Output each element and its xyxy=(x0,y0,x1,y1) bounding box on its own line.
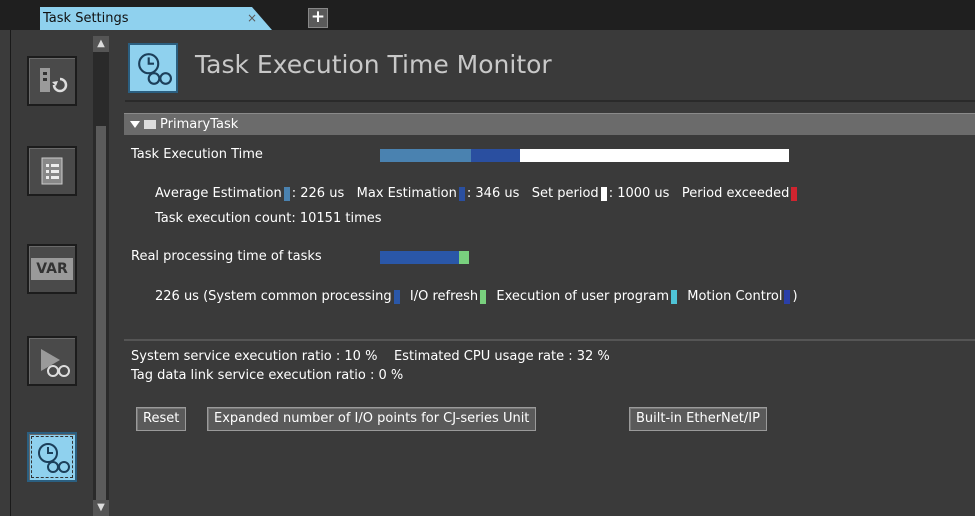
tab-task-settings[interactable]: Task Settings × xyxy=(40,7,272,30)
sys-ratio: System service execution ratio : 10 % xyxy=(131,349,378,364)
user-label: Execution of user program xyxy=(496,289,669,304)
motion-swatch xyxy=(784,289,791,304)
count-value: : 10151 times xyxy=(291,211,382,226)
task-return-icon xyxy=(40,68,68,93)
avg-label: Average Estimation xyxy=(155,186,282,201)
task-monitor-icon xyxy=(41,349,70,377)
task-list-button[interactable] xyxy=(27,146,77,196)
tab-label: Task Settings xyxy=(43,11,129,26)
real-proc-legend-row: 226 us (System common processing I/O ref… xyxy=(155,289,798,304)
exec-legend-row: Average Estimation : 226 us Max Estimatio… xyxy=(155,186,799,201)
max-label: Max Estimation xyxy=(356,186,457,201)
count-label: Task execution count xyxy=(155,211,292,226)
exceeded-swatch xyxy=(791,186,798,201)
page-title: Task Execution Time Monitor xyxy=(195,50,552,79)
task-return-button[interactable] xyxy=(27,56,77,106)
tab-strip: Task Settings × + xyxy=(0,0,975,30)
section-header-primary-task[interactable]: PrimaryTask xyxy=(124,113,975,135)
divider xyxy=(124,339,975,341)
content-frame xyxy=(10,30,975,516)
stats-row-1: System service execution ratio : 10 % Es… xyxy=(131,349,610,364)
max-swatch xyxy=(458,186,465,201)
sys-label: System common processing xyxy=(208,289,392,304)
execution-time-monitor-button[interactable] xyxy=(27,432,77,482)
task-exec-label: Task Execution Time xyxy=(131,147,263,162)
scroll-up-icon[interactable]: ▲ xyxy=(93,36,109,52)
left-toolbar: VAR xyxy=(10,36,96,516)
real-proc-label: Real processing time of tasks xyxy=(131,249,322,264)
task-list-icon xyxy=(41,157,63,185)
period-label: Set period xyxy=(531,186,599,201)
reset-button[interactable]: Reset xyxy=(136,407,187,431)
max-value: : 346 us xyxy=(466,186,520,201)
sys-swatch xyxy=(393,289,400,304)
scroll-thumb[interactable] xyxy=(96,126,106,506)
tag-ratio: Tag data link service execution ratio : … xyxy=(131,368,404,383)
scroll-down-icon[interactable]: ▼ xyxy=(93,500,109,516)
avg-value: : 226 us xyxy=(291,186,345,201)
expand-triangle-icon[interactable] xyxy=(130,121,140,128)
io-refresh-segment xyxy=(459,251,469,264)
user-swatch xyxy=(671,289,677,304)
divider xyxy=(125,100,975,102)
task-monitor-button[interactable] xyxy=(27,336,77,386)
io-swatch xyxy=(480,289,487,304)
cpu-usage: Estimated CPU usage rate : 32 % xyxy=(393,349,610,364)
avg-swatch xyxy=(283,186,290,201)
header-monitor-icon xyxy=(128,43,178,93)
real-proc-bar xyxy=(380,251,470,264)
period-value: : 1000 us xyxy=(608,186,670,201)
ethernet-ip-button[interactable]: Built-in EtherNet/IP xyxy=(629,407,767,431)
task-exec-bar xyxy=(380,149,789,162)
folder-icon xyxy=(144,120,156,129)
add-tab-button[interactable]: + xyxy=(308,8,328,28)
system-common-segment xyxy=(380,251,459,264)
sidebar-scrollbar[interactable]: ▲ ▼ xyxy=(93,36,109,516)
var-icon: VAR xyxy=(31,258,73,280)
real-close: ) xyxy=(792,289,798,304)
io-label: I/O refresh xyxy=(409,289,479,304)
variables-button[interactable]: VAR xyxy=(27,244,77,294)
real-total: 226 us ( xyxy=(155,289,209,304)
exec-count-row: Task execution count: 10151 times xyxy=(155,211,382,226)
execution-time-monitor-icon xyxy=(38,443,70,473)
period-swatch xyxy=(600,186,607,201)
avg-estimation-segment xyxy=(380,149,471,162)
close-icon[interactable]: × xyxy=(246,7,258,30)
motion-label: Motion Control xyxy=(687,289,783,304)
exceeded-label: Period exceeded xyxy=(681,186,790,201)
section-title: PrimaryTask xyxy=(160,117,239,132)
max-estimation-segment xyxy=(471,149,520,162)
expanded-io-button[interactable]: Expanded number of I/O points for CJ-ser… xyxy=(207,407,537,431)
